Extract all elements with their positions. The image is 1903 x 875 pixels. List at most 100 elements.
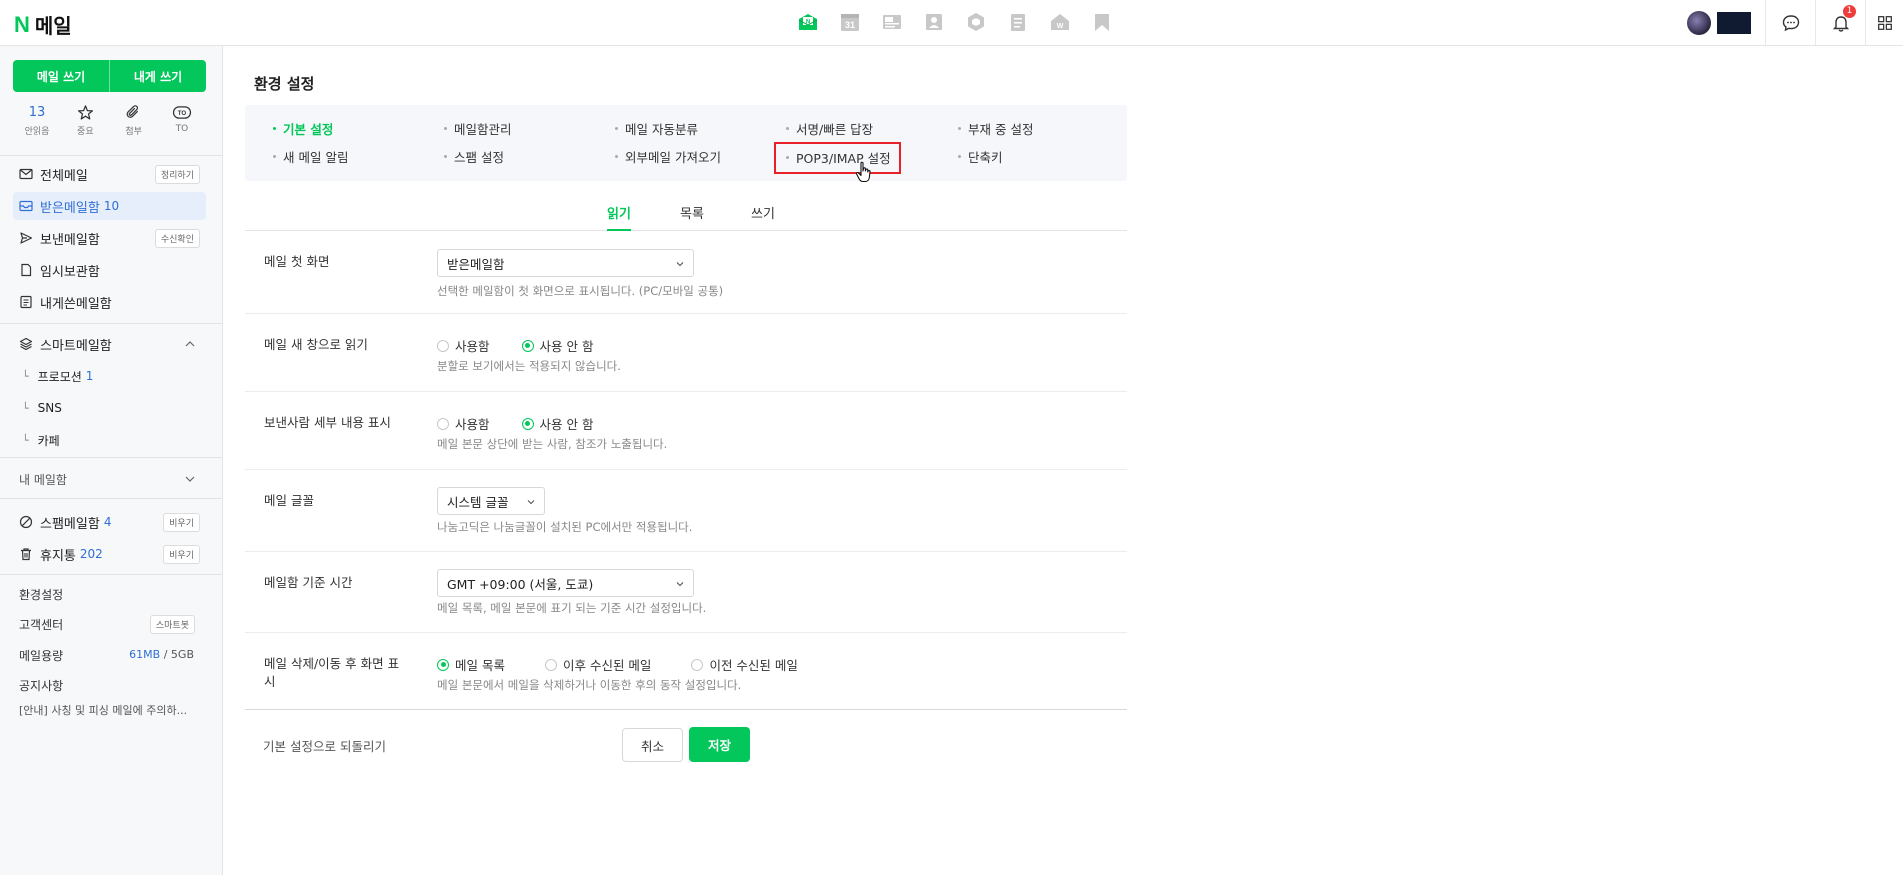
quick-to-me[interactable]: TO TO [164,103,200,137]
chevron-down-icon[interactable] [184,473,196,485]
notice-text[interactable]: [안내] 사칭 및 피싱 메일에 주의하... [19,702,187,718]
talk-button[interactable] [1765,0,1815,46]
sidebar-item-trash[interactable]: 휴지통 202 비우기 [13,540,206,568]
sidebar-item-label: 내 메일함 [19,472,67,487]
radio-circle [691,658,704,671]
sidebar-item-label: 임시보관함 [40,264,100,280]
setting-help: 메일 본문 상단에 받는 사람, 참조가 노출됩니다. [437,437,668,451]
empty-trash-button[interactable]: 비우기 [163,544,200,564]
quick-to-label: TO [175,124,189,134]
notice-title[interactable]: 공지사항 [19,677,63,694]
bullet-dot [615,127,618,130]
sidebar-divider [0,574,222,575]
quick-important-label: 중요 [77,127,94,137]
sender-detail-radio-group: 사용함 사용 안 함 [437,414,593,433]
radio-label: 이후 수신된 메일 [562,658,652,673]
empty-spam-button[interactable]: 비우기 [163,512,200,532]
avatar[interactable] [1687,11,1711,35]
sidebar-item-all-mail[interactable]: 전체메일 정리하기 [13,160,206,188]
radio-circle [437,417,449,430]
new-window-off-radio[interactable]: 사용 안 함 [521,336,594,355]
sidebar-item-my-folders[interactable]: 내 메일함 [13,465,206,493]
sidebar-item-label: 보낸메일함 [40,232,100,248]
menu-label: 메일 자동분류 [625,122,698,137]
tab-list[interactable]: 목록 [680,203,704,231]
storage-usage: 61MB / 5GB [129,648,194,661]
setting-help: 선택한 메일함이 첫 화면으로 표시됩니다. (PC/모바일 공통) [437,284,724,298]
radio-label: 사용 안 함 [539,339,594,354]
user-name-redacted[interactable] [1717,12,1751,34]
compose-self-button[interactable]: 내게 쓰기 [110,60,206,92]
highlight-box [774,142,901,174]
mail-app-icon[interactable]: N [796,10,819,33]
sidebar-item-spam[interactable]: 스팸메일함 4 비우기 [13,508,206,536]
settings-tabs: 읽기 목록 쓰기 [245,193,1127,231]
tab-write[interactable]: 쓰기 [751,203,775,231]
to-icon: TO [172,103,192,121]
inbox-icon [19,199,33,213]
timezone-select[interactable]: GMT +09:00 (서울, 도쿄) [437,569,694,597]
sidebar-item-smart[interactable]: 스마트메일함 [13,330,206,358]
menu-spam-settings[interactable]: 스팸 설정 [444,147,504,166]
save-button[interactable]: 저장 [689,727,750,762]
photo-icon[interactable] [880,10,903,33]
start-screen-select[interactable]: 받은메일함 [437,249,694,277]
after-delete-radio-group: 메일 목록 이후 수신된 메일 이전 수신된 메일 [437,655,798,674]
menu-label: 기본 설정 [283,122,334,137]
menu-new-mail-alert[interactable]: 새 메일 알림 [273,147,348,166]
sidebar-item-self-mail[interactable]: 내게쓴메일함 [13,288,206,316]
after-delete-prev-radio[interactable]: 이전 수신된 메일 [691,655,798,674]
contacts-icon[interactable] [922,10,945,33]
tree-corner-icon: └ [22,433,29,447]
menu-auto-sort[interactable]: 메일 자동분류 [615,119,698,138]
settings-link[interactable]: 환경설정 [19,586,63,603]
after-delete-next-radio[interactable]: 이후 수신된 메일 [544,655,652,674]
sender-detail-on-radio[interactable]: 사용함 [437,414,490,433]
smartbot-button[interactable]: 스마트봇 [149,615,195,634]
menu-external-mail[interactable]: 외부메일 가져오기 [615,147,721,166]
bookmark-icon[interactable] [1090,10,1113,33]
menu-mailbox-management[interactable]: 메일함관리 [444,119,512,138]
setting-row-font: 메일 글꼴 시스템 글꼴 나눔고딕은 나눔글꼴이 설치된 PC에서만 적용됩니다… [245,470,1127,552]
compose-button[interactable]: 메일 쓰기 [13,60,109,92]
quick-important[interactable]: 중요 [67,103,103,137]
menu-signature[interactable]: 서명/빠른 답장 [786,119,873,138]
bullet-dot [273,127,276,130]
bullet-dot [444,155,447,158]
new-window-on-radio[interactable]: 사용함 [437,336,490,355]
apps-menu-button[interactable] [1865,0,1903,46]
naver-mail-logo[interactable]: N 메일 [14,10,72,39]
tree-corner-icon: └ [22,401,29,415]
star-icon [77,103,94,121]
quick-unread[interactable]: 13 안읽음 [19,103,55,138]
page-title: 환경 설정 [254,75,315,93]
tab-read[interactable]: 읽기 [607,203,631,231]
chevron-up-icon[interactable] [184,338,196,350]
sidebar-item-drafts[interactable]: 임시보관함 [13,256,206,284]
organize-button[interactable]: 정리하기 [154,164,200,184]
cloud-box-icon[interactable] [964,10,987,33]
sidebar-item-inbox[interactable]: 받은메일함 10 [13,192,206,220]
storage-total: 5GB [170,648,194,661]
after-delete-list-radio[interactable]: 메일 목록 [437,655,505,674]
menu-shortcuts[interactable]: 단축키 [958,147,1003,166]
sidebar-item-sent[interactable]: 보낸메일함 수신확인 [13,224,206,252]
support-link[interactable]: 고객센터 [19,616,63,633]
calendar-icon[interactable]: 31 [838,10,861,33]
setting-row-after-delete: 메일 삭제/이동 후 화면 표 시 메일 목록 이후 수신된 메일 이전 수신된… [245,633,1127,709]
sidebar-sub-promotion[interactable]: └ 프로모션 1 [22,363,93,389]
read-receipt-button[interactable]: 수신확인 [154,228,200,248]
office-icon[interactable]: W [1048,10,1071,33]
notification-button[interactable]: 1 [1815,0,1865,46]
menu-basic-settings[interactable]: 기본 설정 [273,119,333,138]
sidebar-sub-sns[interactable]: └ SNS [22,395,62,421]
bullet-dot [615,155,618,158]
quick-attachment[interactable]: 첨부 [116,103,152,137]
reset-defaults-link[interactable]: 기본 설정으로 되돌리기 [263,736,386,755]
cancel-button[interactable]: 취소 [622,728,683,762]
sender-detail-off-radio[interactable]: 사용 안 함 [521,414,593,433]
font-select[interactable]: 시스템 글꼴 [437,487,545,515]
menu-away[interactable]: 부재 중 설정 [958,119,1033,138]
memo-icon[interactable] [1006,10,1029,33]
sidebar-sub-cafe[interactable]: └ 카페 [22,427,60,453]
